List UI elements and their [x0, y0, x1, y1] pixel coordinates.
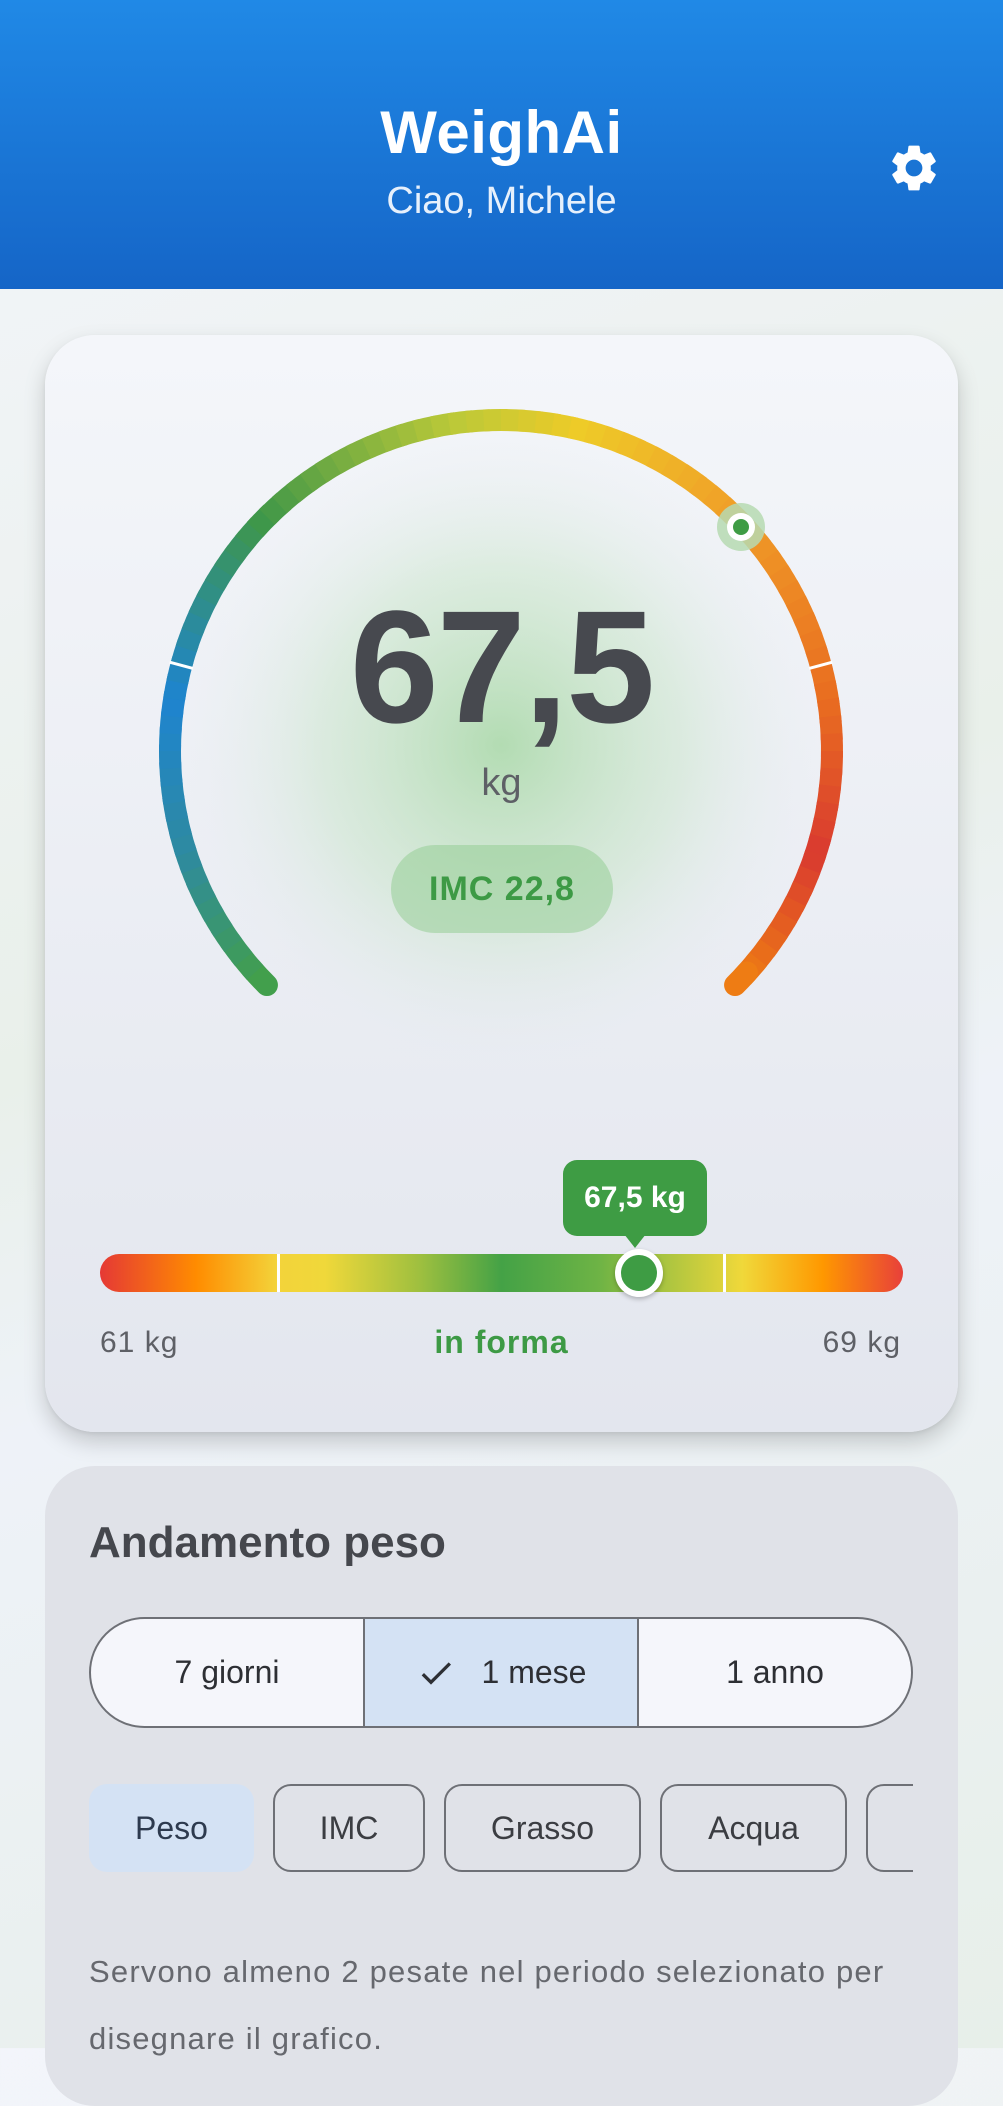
chip-grasso[interactable]: Grasso: [444, 1784, 641, 1872]
gauge-arc-segment: [735, 972, 747, 985]
chip-peso[interactable]: Peso: [89, 1784, 254, 1872]
range-thumb[interactable]: [615, 1249, 663, 1297]
range-max-label: 69 kg: [823, 1326, 901, 1360]
period-label: 1 anno: [726, 1654, 824, 1691]
chip-label: IMC: [320, 1810, 379, 1847]
period-1-year[interactable]: 1 anno: [637, 1619, 911, 1726]
chip-label: Peso: [135, 1810, 208, 1847]
weight-unit: kg: [0, 762, 1003, 805]
check-icon: [416, 1653, 456, 1693]
period-7-days[interactable]: 7 giorni: [91, 1619, 363, 1726]
period-label: 7 giorni: [175, 1654, 280, 1691]
chip-m[interactable]: M: [866, 1784, 913, 1872]
chip-imc[interactable]: IMC: [273, 1784, 425, 1872]
chart-empty-message: Servono almeno 2 pesate nel periodo sele…: [89, 1938, 929, 2072]
weight-value: 67,5: [0, 575, 1003, 759]
metric-chips: Peso IMC Grasso Acqua M: [89, 1784, 913, 1874]
gauge-marker: [717, 503, 765, 551]
range-thumb-tooltip: 67,5 kg: [563, 1160, 707, 1236]
trend-title: Andamento peso: [89, 1518, 446, 1568]
chip-label: Grasso: [491, 1810, 594, 1847]
range-tick: [277, 1254, 280, 1292]
weight-range-bar: [100, 1254, 903, 1292]
chip-acqua[interactable]: Acqua: [660, 1784, 847, 1872]
period-selector: 7 giorni 1 mese 1 anno: [89, 1617, 913, 1728]
chip-label: Acqua: [708, 1810, 799, 1847]
period-label: 1 mese: [482, 1654, 587, 1691]
period-1-month[interactable]: 1 mese: [363, 1619, 637, 1726]
bmi-badge: IMC 22,8: [391, 845, 613, 933]
tooltip-arrow: [624, 1234, 646, 1248]
range-tick: [723, 1254, 726, 1292]
chip-label: M: [912, 1810, 913, 1847]
